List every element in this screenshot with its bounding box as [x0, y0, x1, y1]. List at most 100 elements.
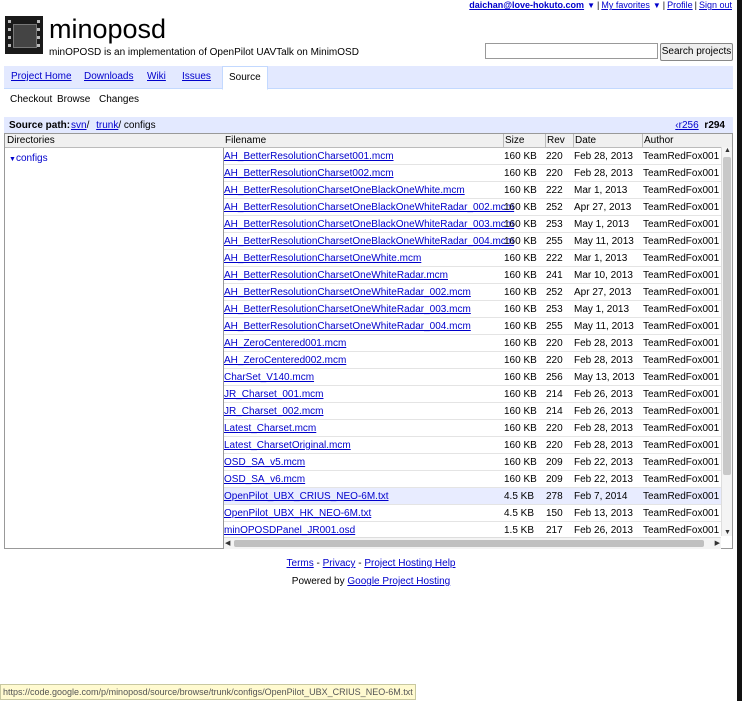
- table-row[interactable]: AH_BetterResolutionCharset001.mcm 160 KB 2…: [224, 148, 721, 165]
- table-row[interactable]: AH_ZeroCentered002.mcm 160 KB 220 Feb 28, 2…: [224, 352, 721, 369]
- file-name-link[interactable]: AH_ZeroCentered001.mcm: [224, 338, 346, 349]
- scroll-up-icon[interactable]: ▲: [724, 147, 731, 154]
- scroll-right-icon[interactable]: ▶: [715, 539, 720, 547]
- file-name-link[interactable]: Latest_Charset.mcm: [224, 423, 316, 434]
- sign-out-link[interactable]: Sign out: [699, 0, 732, 10]
- file-name-link[interactable]: OSD_SA_v5.mcm: [224, 457, 305, 468]
- file-name-link[interactable]: minOPOSDPanel_JR001.osd: [224, 525, 355, 536]
- terms-link[interactable]: Terms: [287, 558, 314, 569]
- horizontal-scrollbar[interactable]: ◀ ▶: [224, 537, 721, 549]
- table-row[interactable]: JR_Charset_002.mcm 160 KB 214 Feb 26, 2013 T…: [224, 403, 721, 420]
- prev-revision-link[interactable]: ‹r256: [675, 120, 698, 131]
- table-row[interactable]: Latest_Charset.mcm 160 KB 220 Feb 28, 2013 T…: [224, 420, 721, 437]
- file-rev-link[interactable]: 214: [546, 389, 563, 400]
- column-size[interactable]: Size: [503, 134, 524, 147]
- table-row[interactable]: JR_Charset_001.mcm 160 KB 214 Feb 26, 2013 T…: [224, 386, 721, 403]
- my-favorites-link[interactable]: My favorites: [601, 0, 650, 10]
- column-author[interactable]: Author: [642, 134, 673, 147]
- file-name-link[interactable]: AH_BetterResolutionCharsetOneWhiteRadar_…: [224, 321, 471, 332]
- file-rev-link[interactable]: 255: [546, 236, 563, 247]
- column-rev[interactable]: Rev: [545, 134, 565, 147]
- table-row[interactable]: AH_BetterResolutionCharsetOneWhiteRadar_…: [224, 301, 721, 318]
- file-rev-link[interactable]: 220: [546, 338, 563, 349]
- file-rev-link[interactable]: 253: [546, 304, 563, 315]
- file-rev-link[interactable]: 220: [546, 168, 563, 179]
- chevron-down-icon[interactable]: ▼: [653, 1, 661, 10]
- tab-issues[interactable]: Issues: [182, 71, 211, 82]
- file-rev-link[interactable]: 222: [546, 185, 563, 196]
- file-rev-link[interactable]: 253: [546, 219, 563, 230]
- file-rev-link[interactable]: 214: [546, 406, 563, 417]
- file-rev-link[interactable]: 220: [546, 423, 563, 434]
- file-rev-link[interactable]: 150: [546, 508, 563, 519]
- file-rev-link[interactable]: 217: [546, 525, 563, 536]
- file-name-link[interactable]: JR_Charset_001.mcm: [224, 389, 323, 400]
- project-logo-icon[interactable]: [5, 16, 43, 54]
- file-name-link[interactable]: OpenPilot_UBX_CRIUS_NEO-6M.txt: [224, 491, 389, 502]
- table-row[interactable]: OSD_SA_v6.mcm 160 KB 209 Feb 22, 2013 TeamRe…: [224, 471, 721, 488]
- file-rev-link[interactable]: 241: [546, 270, 563, 281]
- table-row[interactable]: OpenPilot_UBX_HK_NEO-6M.txt 4.5 KB 150 Feb …: [224, 505, 721, 522]
- tab-source[interactable]: Source: [222, 66, 268, 90]
- file-name-link[interactable]: AH_BetterResolutionCharsetOneBlackOneWhi…: [224, 202, 514, 213]
- search-input[interactable]: [485, 43, 658, 59]
- file-name-link[interactable]: AH_BetterResolutionCharsetOneWhiteRadar.…: [224, 270, 448, 281]
- directory-item-configs[interactable]: ▼configs: [9, 153, 48, 164]
- subtab-changes[interactable]: Changes: [99, 94, 139, 105]
- table-row[interactable]: Latest_CharsetOriginal.mcm 160 KB 220 Feb 2…: [224, 437, 721, 454]
- file-name-link[interactable]: Latest_CharsetOriginal.mcm: [224, 440, 351, 451]
- file-rev-link[interactable]: 252: [546, 287, 563, 298]
- file-rev-link[interactable]: 278: [546, 491, 563, 502]
- file-name-link[interactable]: AH_BetterResolutionCharsetOneBlackOneWhi…: [224, 236, 514, 247]
- file-rev-link[interactable]: 220: [546, 440, 563, 451]
- file-name-link[interactable]: AH_BetterResolutionCharsetOneBlackOneWhi…: [224, 219, 514, 230]
- file-name-link[interactable]: AH_BetterResolutionCharsetOneBlackOneWhi…: [224, 185, 465, 196]
- file-name-link[interactable]: OpenPilot_UBX_HK_NEO-6M.txt: [224, 508, 371, 519]
- table-row[interactable]: AH_BetterResolutionCharsetOneWhiteRadar_…: [224, 318, 721, 335]
- table-row[interactable]: AH_BetterResolutionCharsetOneWhite.mcm 16…: [224, 250, 721, 267]
- subtab-browse[interactable]: Browse: [57, 94, 90, 105]
- profile-link[interactable]: Profile: [667, 0, 693, 10]
- file-rev-link[interactable]: 220: [546, 355, 563, 366]
- vertical-scroll-thumb[interactable]: [723, 157, 731, 475]
- project-title[interactable]: minoposd: [49, 14, 166, 44]
- file-name-link[interactable]: AH_BetterResolutionCharset001.mcm: [224, 151, 394, 162]
- file-rev-link[interactable]: 256: [546, 372, 563, 383]
- file-name-link[interactable]: CharSet_V140.mcm: [224, 372, 314, 383]
- google-project-hosting-link[interactable]: Google Project Hosting: [347, 576, 450, 587]
- scroll-down-icon[interactable]: ▼: [724, 529, 731, 536]
- breadcrumb-trunk[interactable]: trunk: [96, 120, 118, 131]
- table-row[interactable]: AH_BetterResolutionCharsetOneWhiteRadar_…: [224, 284, 721, 301]
- file-rev-link[interactable]: 209: [546, 474, 563, 485]
- chevron-down-icon[interactable]: ▼: [587, 1, 595, 10]
- tab-downloads[interactable]: Downloads: [84, 71, 133, 82]
- file-name-link[interactable]: AH_BetterResolutionCharsetOneWhiteRadar_…: [224, 304, 471, 315]
- table-row[interactable]: OSD_SA_v5.mcm 160 KB 209 Feb 22, 2013 TeamRe…: [224, 454, 721, 471]
- file-rev-link[interactable]: 222: [546, 253, 563, 264]
- table-row[interactable]: AH_BetterResolutionCharsetOneBlackOneWhi…: [224, 233, 721, 250]
- table-row[interactable]: AH_BetterResolutionCharsetOneBlackOneWhi…: [224, 182, 721, 199]
- table-row[interactable]: AH_ZeroCentered001.mcm 160 KB 220 Feb 28, 2…: [224, 335, 721, 352]
- file-name-link[interactable]: OSD_SA_v6.mcm: [224, 474, 305, 485]
- help-link[interactable]: Project Hosting Help: [364, 558, 455, 569]
- vertical-scrollbar[interactable]: ▲ ▼: [721, 147, 732, 536]
- breadcrumb-svn[interactable]: svn: [71, 120, 87, 131]
- scroll-left-icon[interactable]: ◀: [225, 539, 230, 547]
- horizontal-scroll-thumb[interactable]: [234, 540, 704, 547]
- triangle-down-icon[interactable]: ▼: [9, 156, 16, 163]
- file-rev-link[interactable]: 220: [546, 151, 563, 162]
- table-row[interactable]: AH_BetterResolutionCharsetOneBlackOneWhi…: [224, 216, 721, 233]
- tab-project-home[interactable]: Project Home: [11, 71, 72, 82]
- privacy-link[interactable]: Privacy: [323, 558, 356, 569]
- table-row[interactable]: OpenPilot_UBX_CRIUS_NEO-6M.txt 4.5 KB 278 F…: [224, 488, 721, 505]
- user-email-link[interactable]: daichan@love-hokuto.com: [469, 0, 584, 10]
- subtab-checkout[interactable]: Checkout: [10, 94, 52, 105]
- tab-wiki[interactable]: Wiki: [147, 71, 166, 82]
- file-rev-link[interactable]: 209: [546, 457, 563, 468]
- table-row[interactable]: AH_BetterResolutionCharsetOneBlackOneWhi…: [224, 199, 721, 216]
- column-date[interactable]: Date: [573, 134, 596, 147]
- search-projects-button[interactable]: Search projects: [660, 43, 733, 61]
- column-filename[interactable]: Filename: [224, 134, 266, 147]
- file-name-link[interactable]: AH_ZeroCentered002.mcm: [224, 355, 346, 366]
- table-row[interactable]: AH_BetterResolutionCharsetOneWhiteRadar.…: [224, 267, 721, 284]
